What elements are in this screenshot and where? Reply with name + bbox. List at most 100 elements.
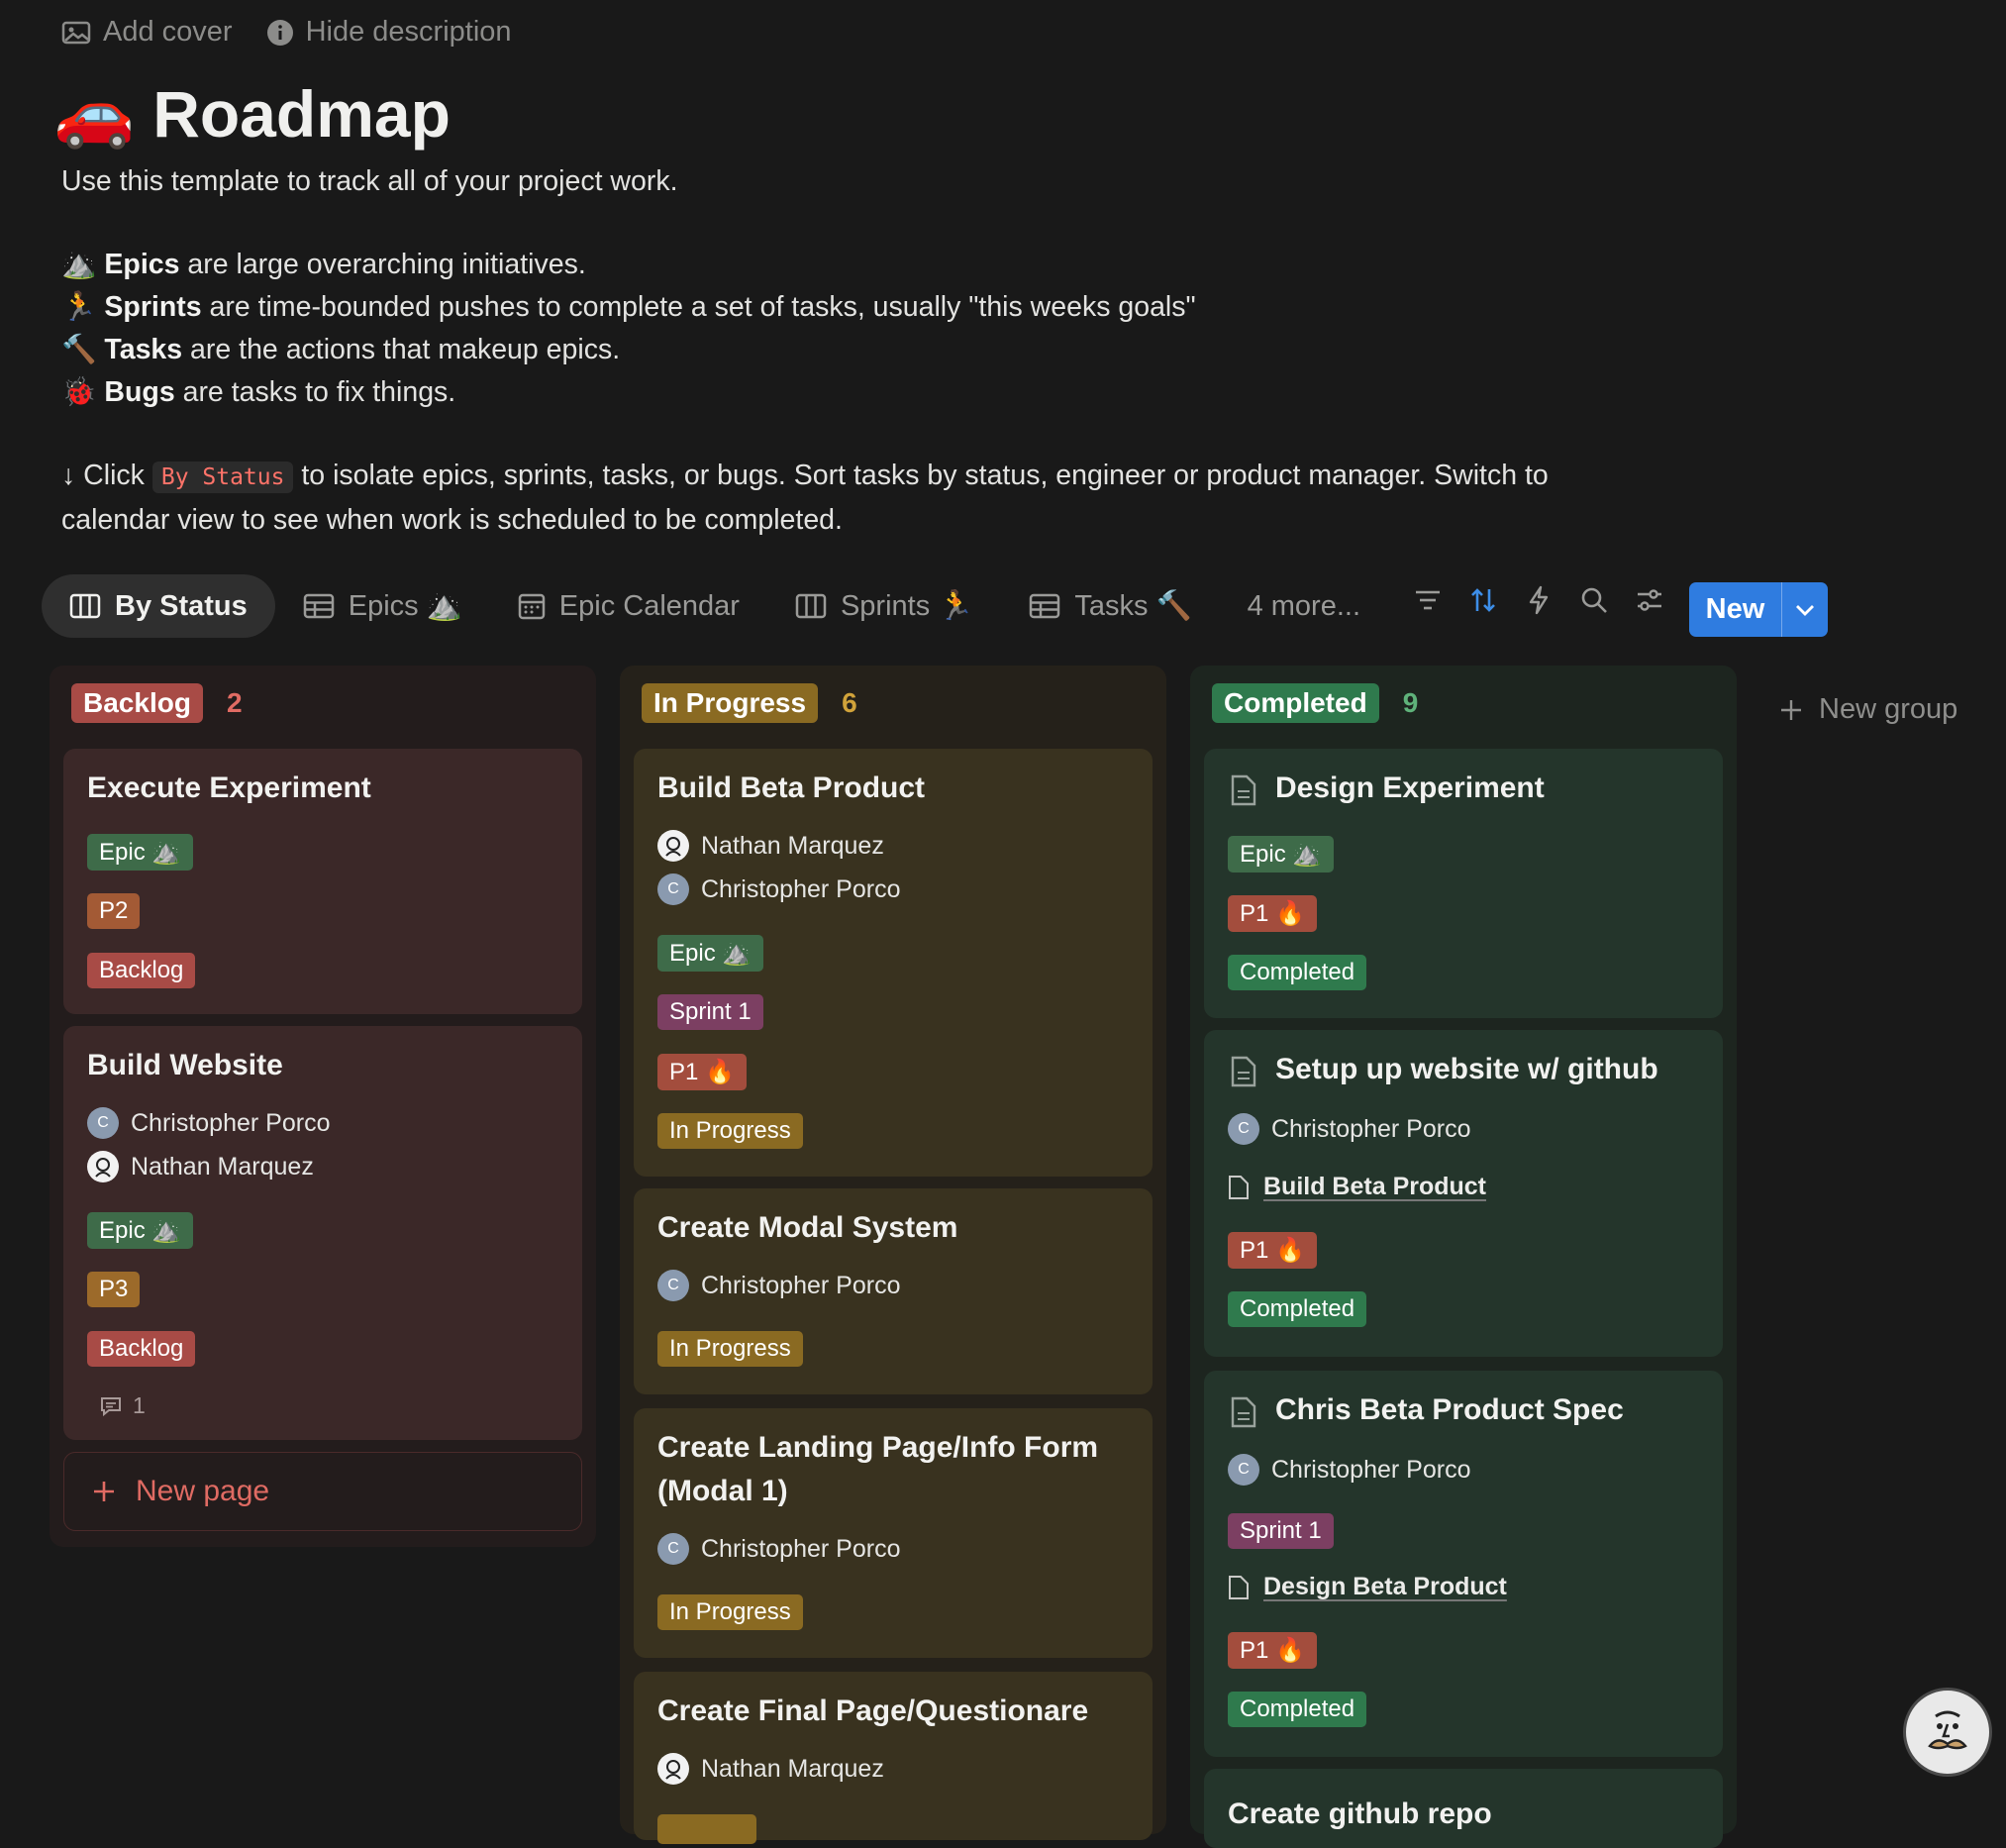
status-tag: In Progress	[657, 1594, 803, 1630]
more-views-button[interactable]: 4 more...	[1220, 574, 1388, 638]
description-intro: Use this template to track all of your p…	[61, 165, 678, 197]
assignee: C Christopher Porco	[657, 1533, 900, 1565]
column-header[interactable]: In Progress 6	[642, 683, 857, 723]
card-title: Create Landing Page/Info Form (Modal 1)	[657, 1431, 1099, 1507]
group-badge: Backlog	[71, 683, 203, 723]
comment-icon	[101, 1396, 121, 1416]
table-icon	[303, 593, 335, 619]
group-count: 2	[226, 687, 243, 718]
epic-relation[interactable]: Build Beta Product	[1228, 1173, 1486, 1201]
view-tabs: By Status Epics ⛰️ Epic Calendar Sprints 🏃…	[42, 574, 1388, 638]
board-card[interactable]: Design Experiment Epic ⛰️ P1 🔥 Completed	[1204, 749, 1723, 1018]
description-click-hint: ↓ Click By Status to isolate epics, spri…	[61, 460, 1549, 536]
column-header[interactable]: Backlog 2	[71, 683, 243, 723]
add-cover-button[interactable]: Add cover	[61, 16, 233, 49]
assignee: C Christopher Porco	[657, 1270, 900, 1301]
assignee: Nathan Marquez	[87, 1151, 314, 1182]
priority-tag: P2	[87, 893, 141, 929]
sort-icon[interactable]	[1466, 583, 1500, 617]
page-title[interactable]: 🚗 Roadmap	[53, 75, 451, 153]
avatar: C	[657, 1270, 689, 1301]
board-icon	[69, 593, 101, 619]
priority-tag: P3	[87, 1272, 141, 1307]
settings-sliders-icon[interactable]	[1633, 583, 1666, 617]
chevron-down-icon	[1796, 604, 1814, 616]
assignee: C Christopher Porco	[1228, 1454, 1470, 1486]
status-tag: In Progress	[657, 1113, 803, 1149]
mustache-face-icon	[1928, 1710, 1967, 1750]
plus-icon	[1781, 699, 1801, 720]
card-title: Create Modal System	[657, 1211, 958, 1244]
more-views-label: 4 more...	[1247, 589, 1361, 622]
card-title: Build Beta Product	[657, 771, 926, 804]
tab-label: Tasks	[1074, 589, 1149, 622]
status-tag: Completed	[1228, 955, 1367, 990]
description-line-bugs: 🐞 Bugs are tasks to fix things.	[61, 376, 456, 408]
board-card[interactable]: Build Beta Product Nathan Marquez C Chris…	[634, 749, 1153, 1177]
board-card[interactable]: Execute Experiment Epic ⛰️ P2 Backlog	[63, 749, 582, 1014]
tab-epics[interactable]: Epics ⛰️	[275, 574, 490, 638]
column-header[interactable]: Completed 9	[1212, 683, 1418, 723]
tab-tasks[interactable]: Tasks 🔨	[1001, 574, 1219, 638]
sprint-tag: Sprint 1	[1228, 1513, 1334, 1549]
new-button[interactable]: New	[1689, 582, 1828, 637]
epic-relation[interactable]: Design Beta Product	[1228, 1573, 1507, 1601]
epic-tag: Epic ⛰️	[87, 834, 194, 871]
search-icon[interactable]	[1577, 583, 1611, 617]
avatar	[657, 1753, 689, 1785]
assignee: Nathan Marquez	[657, 830, 884, 862]
group-badge: Completed	[1212, 683, 1379, 723]
comment-count: 1	[99, 1392, 146, 1419]
automation-lightning-icon[interactable]	[1522, 583, 1555, 617]
page-title-text[interactable]: Roadmap	[152, 76, 451, 152]
card-title: Create github repo	[1228, 1797, 1492, 1830]
board-card[interactable]: Setup up website w/ github C Christopher …	[1204, 1030, 1723, 1357]
new-page-label: New page	[136, 1475, 270, 1507]
page-icon	[1231, 1056, 1256, 1087]
page-icon	[1231, 1396, 1256, 1428]
info-icon	[266, 19, 293, 46]
board-card[interactable]: Create Landing Page/Info Form (Modal 1) C…	[634, 1408, 1153, 1658]
board-card[interactable]: Create github repo	[1204, 1769, 1723, 1848]
view-toolbar	[1411, 583, 1666, 617]
board-card[interactable]: Create Final Page/Questionare Nathan Mar…	[634, 1672, 1153, 1844]
page-top-actions: Add cover Hide description	[61, 16, 512, 49]
new-page-button[interactable]: New page	[63, 1452, 582, 1531]
plus-icon	[94, 1482, 114, 1501]
tab-label: Sprints	[840, 589, 931, 622]
tab-emoji: 🏃	[938, 590, 974, 622]
status-tag: In Progress	[657, 1331, 803, 1367]
status-tag-partial	[657, 1814, 756, 1844]
assignee: C Christopher Porco	[1228, 1113, 1470, 1145]
board-column-in-progress: In Progress 6 Build Beta Product Nathan …	[620, 666, 1166, 1844]
tab-epic-calendar[interactable]: Epic Calendar	[490, 574, 767, 638]
tab-sprints[interactable]: Sprints 🏃	[767, 574, 1001, 638]
page-emoji[interactable]: 🚗	[53, 75, 135, 153]
board-card[interactable]: Build Website C Christopher Porco Nathan …	[63, 1026, 582, 1440]
tab-emoji: ⛰️	[426, 590, 462, 622]
board-column-backlog: Backlog 2 Execute Experiment Epic ⛰️ P2 …	[50, 666, 596, 1547]
tab-by-status[interactable]: By Status	[42, 574, 275, 638]
priority-tag: P1 🔥	[1228, 895, 1317, 932]
assistant-avatar-button[interactable]	[1903, 1688, 1992, 1777]
new-group-label: New group	[1819, 693, 1958, 725]
new-dropdown-button[interactable]	[1781, 582, 1828, 637]
status-tag: Completed	[1228, 1291, 1367, 1327]
assignee: Nathan Marquez	[657, 1753, 884, 1785]
page-icon	[1229, 1175, 1249, 1199]
epic-tag: Epic ⛰️	[87, 1212, 194, 1249]
page-icon	[1231, 774, 1256, 806]
table-icon	[1030, 593, 1060, 619]
page-description[interactable]: Use this template to track all of your p…	[61, 160, 1606, 542]
board-card[interactable]: Chris Beta Product Spec C Christopher Por…	[1204, 1371, 1723, 1757]
board-card[interactable]: Create Modal System C Christopher Porco I…	[634, 1188, 1153, 1394]
sprint-tag: Sprint 1	[657, 994, 763, 1030]
new-button-label[interactable]: New	[1689, 582, 1781, 637]
filter-icon[interactable]	[1411, 583, 1445, 617]
new-group-button[interactable]: New group	[1779, 693, 1957, 726]
avatar: C	[657, 873, 689, 905]
hide-description-button[interactable]: Hide description	[266, 16, 512, 49]
priority-tag: P1 🔥	[1228, 1632, 1317, 1669]
group-count: 6	[842, 687, 857, 718]
card-title: Design Experiment	[1275, 771, 1545, 804]
